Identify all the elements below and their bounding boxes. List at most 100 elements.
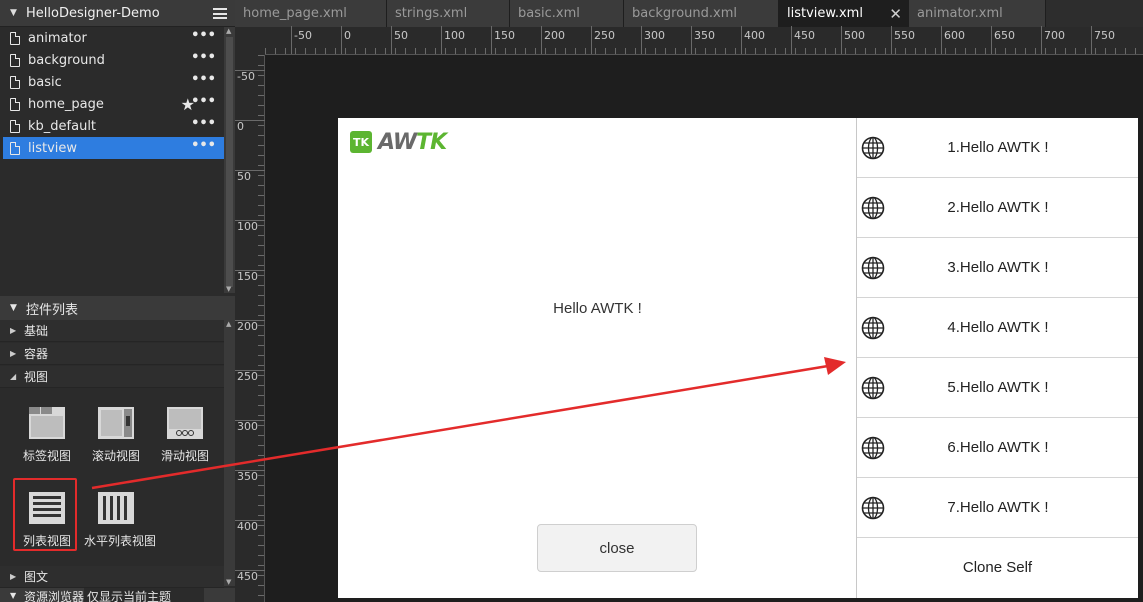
scroll-thumb[interactable] bbox=[226, 37, 233, 287]
hamburger-menu-icon[interactable] bbox=[213, 8, 227, 19]
file-item-basic[interactable]: basic ••• bbox=[0, 71, 224, 93]
collapse-triangle-icon[interactable]: ▼ bbox=[10, 591, 20, 600]
left-panel: ▼ HelloDesigner-Demo animator ••• backgr… bbox=[0, 0, 235, 602]
category-label: 视图 bbox=[24, 370, 49, 384]
ruler-major-tick bbox=[941, 26, 942, 54]
ruler-label: 250 bbox=[594, 29, 615, 42]
tab-strings[interactable]: strings.xml bbox=[387, 0, 510, 27]
collapse-triangle-icon[interactable]: ▼ bbox=[10, 8, 20, 18]
file-list-scrollbar[interactable]: ▲ ▼ bbox=[224, 27, 235, 293]
designer-window: ▼ HelloDesigner-Demo animator ••• backgr… bbox=[0, 0, 1143, 602]
ruler-major-tick bbox=[391, 26, 392, 54]
more-options-icon[interactable]: ••• bbox=[191, 29, 216, 42]
ruler-label: 500 bbox=[844, 29, 865, 42]
tab-background[interactable]: background.xml bbox=[624, 0, 779, 27]
tab-home-page[interactable]: home_page.xml bbox=[235, 0, 387, 27]
category-basic[interactable]: ▶ 基础 bbox=[0, 320, 224, 342]
list-item[interactable]: 5.Hello AWTK ! bbox=[857, 358, 1138, 418]
tab-animator[interactable]: animator.xml bbox=[909, 0, 1046, 27]
theme-filter-select[interactable]: 仅显示当前主题 bbox=[84, 588, 204, 602]
list-item[interactable]: 7.Hello AWTK ! bbox=[857, 478, 1138, 538]
scroll-down-icon[interactable]: ▼ bbox=[226, 578, 231, 586]
category-view[interactable]: ◢ 视图 bbox=[0, 366, 224, 388]
category-image-text[interactable]: ▶ 图文 bbox=[0, 566, 224, 588]
category-label: 基础 bbox=[24, 324, 49, 338]
ruler-label: 600 bbox=[944, 29, 965, 42]
file-label: home_page bbox=[28, 96, 104, 112]
file-label: listview bbox=[28, 140, 78, 156]
ruler-label: 350 bbox=[694, 29, 715, 42]
ruler-label: 0 bbox=[237, 120, 244, 133]
list-item[interactable]: 4.Hello AWTK ! bbox=[857, 298, 1138, 358]
project-title: HelloDesigner-Demo bbox=[26, 5, 160, 21]
ruler-label: 750 bbox=[1094, 29, 1115, 42]
close-button[interactable]: close bbox=[537, 524, 697, 572]
ruler-label: 300 bbox=[237, 420, 258, 433]
tab-basic[interactable]: basic.xml bbox=[510, 0, 624, 27]
hello-label: Hello AWTK ! bbox=[553, 300, 642, 317]
logo-text: AWTK bbox=[378, 129, 447, 155]
preview-window[interactable]: TK AWTK Hello AWTK ! close 1.Hello AWTK … bbox=[338, 118, 1138, 598]
list-item[interactable]: 2.Hello AWTK ! bbox=[857, 178, 1138, 238]
editor-tabs: home_page.xml strings.xml basic.xml back… bbox=[235, 0, 1143, 27]
more-options-icon[interactable]: ••• bbox=[191, 73, 216, 86]
ruler-label: 450 bbox=[237, 570, 258, 583]
list-view[interactable]: 1.Hello AWTK ! 2.Hello AWTK ! 3.Hello AW… bbox=[856, 118, 1138, 598]
ruler-label: 300 bbox=[644, 29, 665, 42]
ruler-major-tick bbox=[1091, 26, 1092, 54]
controls-header[interactable]: ▼ 控件列表 bbox=[0, 296, 235, 320]
ruler-major-tick bbox=[441, 26, 442, 54]
ruler-major-tick bbox=[591, 26, 592, 54]
expand-triangle-icon: ▶ bbox=[10, 349, 17, 358]
controls-title: 控件列表 bbox=[26, 302, 79, 318]
ruler-label: 50 bbox=[237, 170, 251, 183]
tab-label: background.xml bbox=[632, 6, 737, 21]
file-icon bbox=[10, 119, 20, 133]
file-label: background bbox=[28, 52, 105, 68]
widget-tab-view[interactable]: 标签视图 bbox=[15, 406, 79, 466]
more-options-icon[interactable]: ••• bbox=[191, 51, 216, 64]
more-options-icon[interactable]: ••• bbox=[191, 139, 216, 152]
tab-label: strings.xml bbox=[395, 6, 468, 21]
file-item-home-page[interactable]: home_page ★ ••• bbox=[0, 93, 224, 115]
file-icon bbox=[10, 53, 20, 67]
list-item[interactable]: 6.Hello AWTK ! bbox=[857, 418, 1138, 478]
scroll-up-icon[interactable]: ▲ bbox=[226, 27, 231, 35]
clone-self-button[interactable]: Clone Self bbox=[857, 538, 1138, 597]
tab-listview[interactable]: listview.xml ✕ bbox=[779, 0, 909, 27]
widget-scroll-view[interactable]: 滚动视图 bbox=[84, 406, 148, 466]
ruler-major-tick bbox=[291, 26, 292, 54]
tab-label: basic.xml bbox=[518, 6, 580, 21]
list-item[interactable]: 1.Hello AWTK ! bbox=[857, 118, 1138, 178]
scroll-view-icon bbox=[98, 407, 134, 439]
collapse-triangle-icon[interactable]: ▼ bbox=[10, 303, 20, 313]
file-item-animator[interactable]: animator ••• bbox=[0, 27, 224, 49]
more-options-icon[interactable]: ••• bbox=[191, 117, 216, 130]
controls-scrollbar[interactable]: ▲ ▼ bbox=[224, 320, 235, 586]
file-item-background[interactable]: background ••• bbox=[0, 49, 224, 71]
list-item[interactable]: 3.Hello AWTK ! bbox=[857, 238, 1138, 298]
ruler-major-tick bbox=[341, 26, 342, 54]
close-icon[interactable]: ✕ bbox=[889, 5, 902, 23]
tab-view-icon bbox=[29, 407, 65, 439]
widget-slide-view[interactable]: 滑动视图 bbox=[153, 406, 217, 466]
file-item-kb-default[interactable]: kb_default ••• bbox=[0, 115, 224, 137]
scroll-up-icon[interactable]: ▲ bbox=[226, 320, 231, 328]
file-item-listview[interactable]: listview ••• bbox=[3, 137, 224, 159]
resources-header[interactable]: ▼ 资源浏览器 仅显示当前主题 bbox=[0, 588, 235, 602]
ruler-label: -50 bbox=[237, 70, 255, 83]
file-icon bbox=[10, 75, 20, 89]
ruler-label: 0 bbox=[344, 29, 351, 42]
more-options-icon[interactable]: ••• bbox=[191, 95, 216, 108]
widget-hlist-view[interactable]: 水平列表视图 bbox=[84, 491, 156, 551]
ruler-label: -50 bbox=[294, 29, 312, 42]
ruler-label: 100 bbox=[444, 29, 465, 42]
scroll-down-icon[interactable]: ▼ bbox=[226, 285, 231, 293]
ruler-label: 400 bbox=[237, 520, 258, 533]
file-icon bbox=[10, 31, 20, 45]
ruler-major-tick bbox=[491, 26, 492, 54]
ruler-major-tick bbox=[741, 26, 742, 54]
expand-triangle-icon: ▶ bbox=[10, 572, 17, 581]
category-container[interactable]: ▶ 容器 bbox=[0, 343, 224, 365]
project-header[interactable]: ▼ HelloDesigner-Demo bbox=[0, 0, 235, 27]
